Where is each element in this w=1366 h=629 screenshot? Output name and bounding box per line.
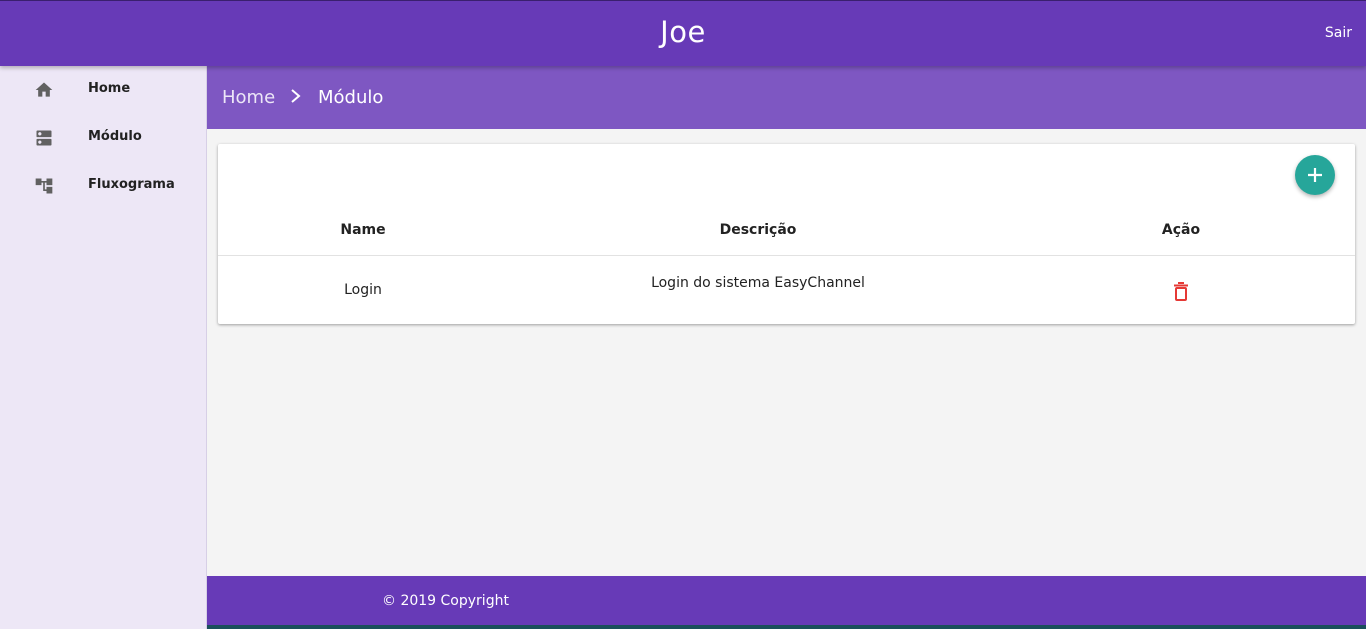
table-header: Name Descrição Ação xyxy=(218,210,1355,256)
dns-icon xyxy=(36,130,52,146)
add-module-button[interactable] xyxy=(1295,155,1335,195)
cell-name: Login xyxy=(344,282,382,298)
table-row: Login Login do sistema EasyChannel xyxy=(218,257,1355,323)
breadcrumb-current: Módulo xyxy=(318,87,384,108)
app-title: Joe xyxy=(660,15,706,49)
sidebar-item-home[interactable]: Home xyxy=(0,66,206,114)
modules-card: Name Descrição Ação Login Login do siste… xyxy=(218,144,1355,324)
sidebar: Home Módulo Fluxograma xyxy=(0,66,207,629)
sidebar-item-label: Fluxograma xyxy=(88,177,175,192)
sidebar-item-modulo[interactable]: Módulo xyxy=(0,114,206,162)
breadcrumb: Home Módulo xyxy=(207,66,1366,129)
top-app-bar: Joe Sair xyxy=(0,0,1366,66)
sidebar-item-label: Home xyxy=(88,81,131,96)
add-icon xyxy=(1308,168,1322,182)
delete-icon[interactable] xyxy=(1171,281,1191,303)
home-icon xyxy=(35,82,53,97)
cell-description: Login do sistema EasyChannel xyxy=(651,275,865,291)
column-header-descricao[interactable]: Descrição xyxy=(658,222,858,238)
sidebar-item-fluxograma[interactable]: Fluxograma xyxy=(0,162,206,210)
app-root: Joe Sair Home Módulo Fluxograma Home Mód xyxy=(0,0,1366,629)
sidebar-item-label: Módulo xyxy=(88,129,142,144)
column-header-acao: Ação xyxy=(1161,222,1201,238)
column-header-name[interactable]: Name xyxy=(263,222,463,238)
footer: © 2019 Copyright xyxy=(207,576,1366,629)
account-tree-icon xyxy=(35,178,53,194)
copyright-text: © 2019 Copyright xyxy=(382,593,509,609)
chevron-right-icon xyxy=(291,89,301,103)
logout-link[interactable]: Sair xyxy=(1325,25,1352,41)
breadcrumb-home-link[interactable]: Home xyxy=(222,87,275,108)
